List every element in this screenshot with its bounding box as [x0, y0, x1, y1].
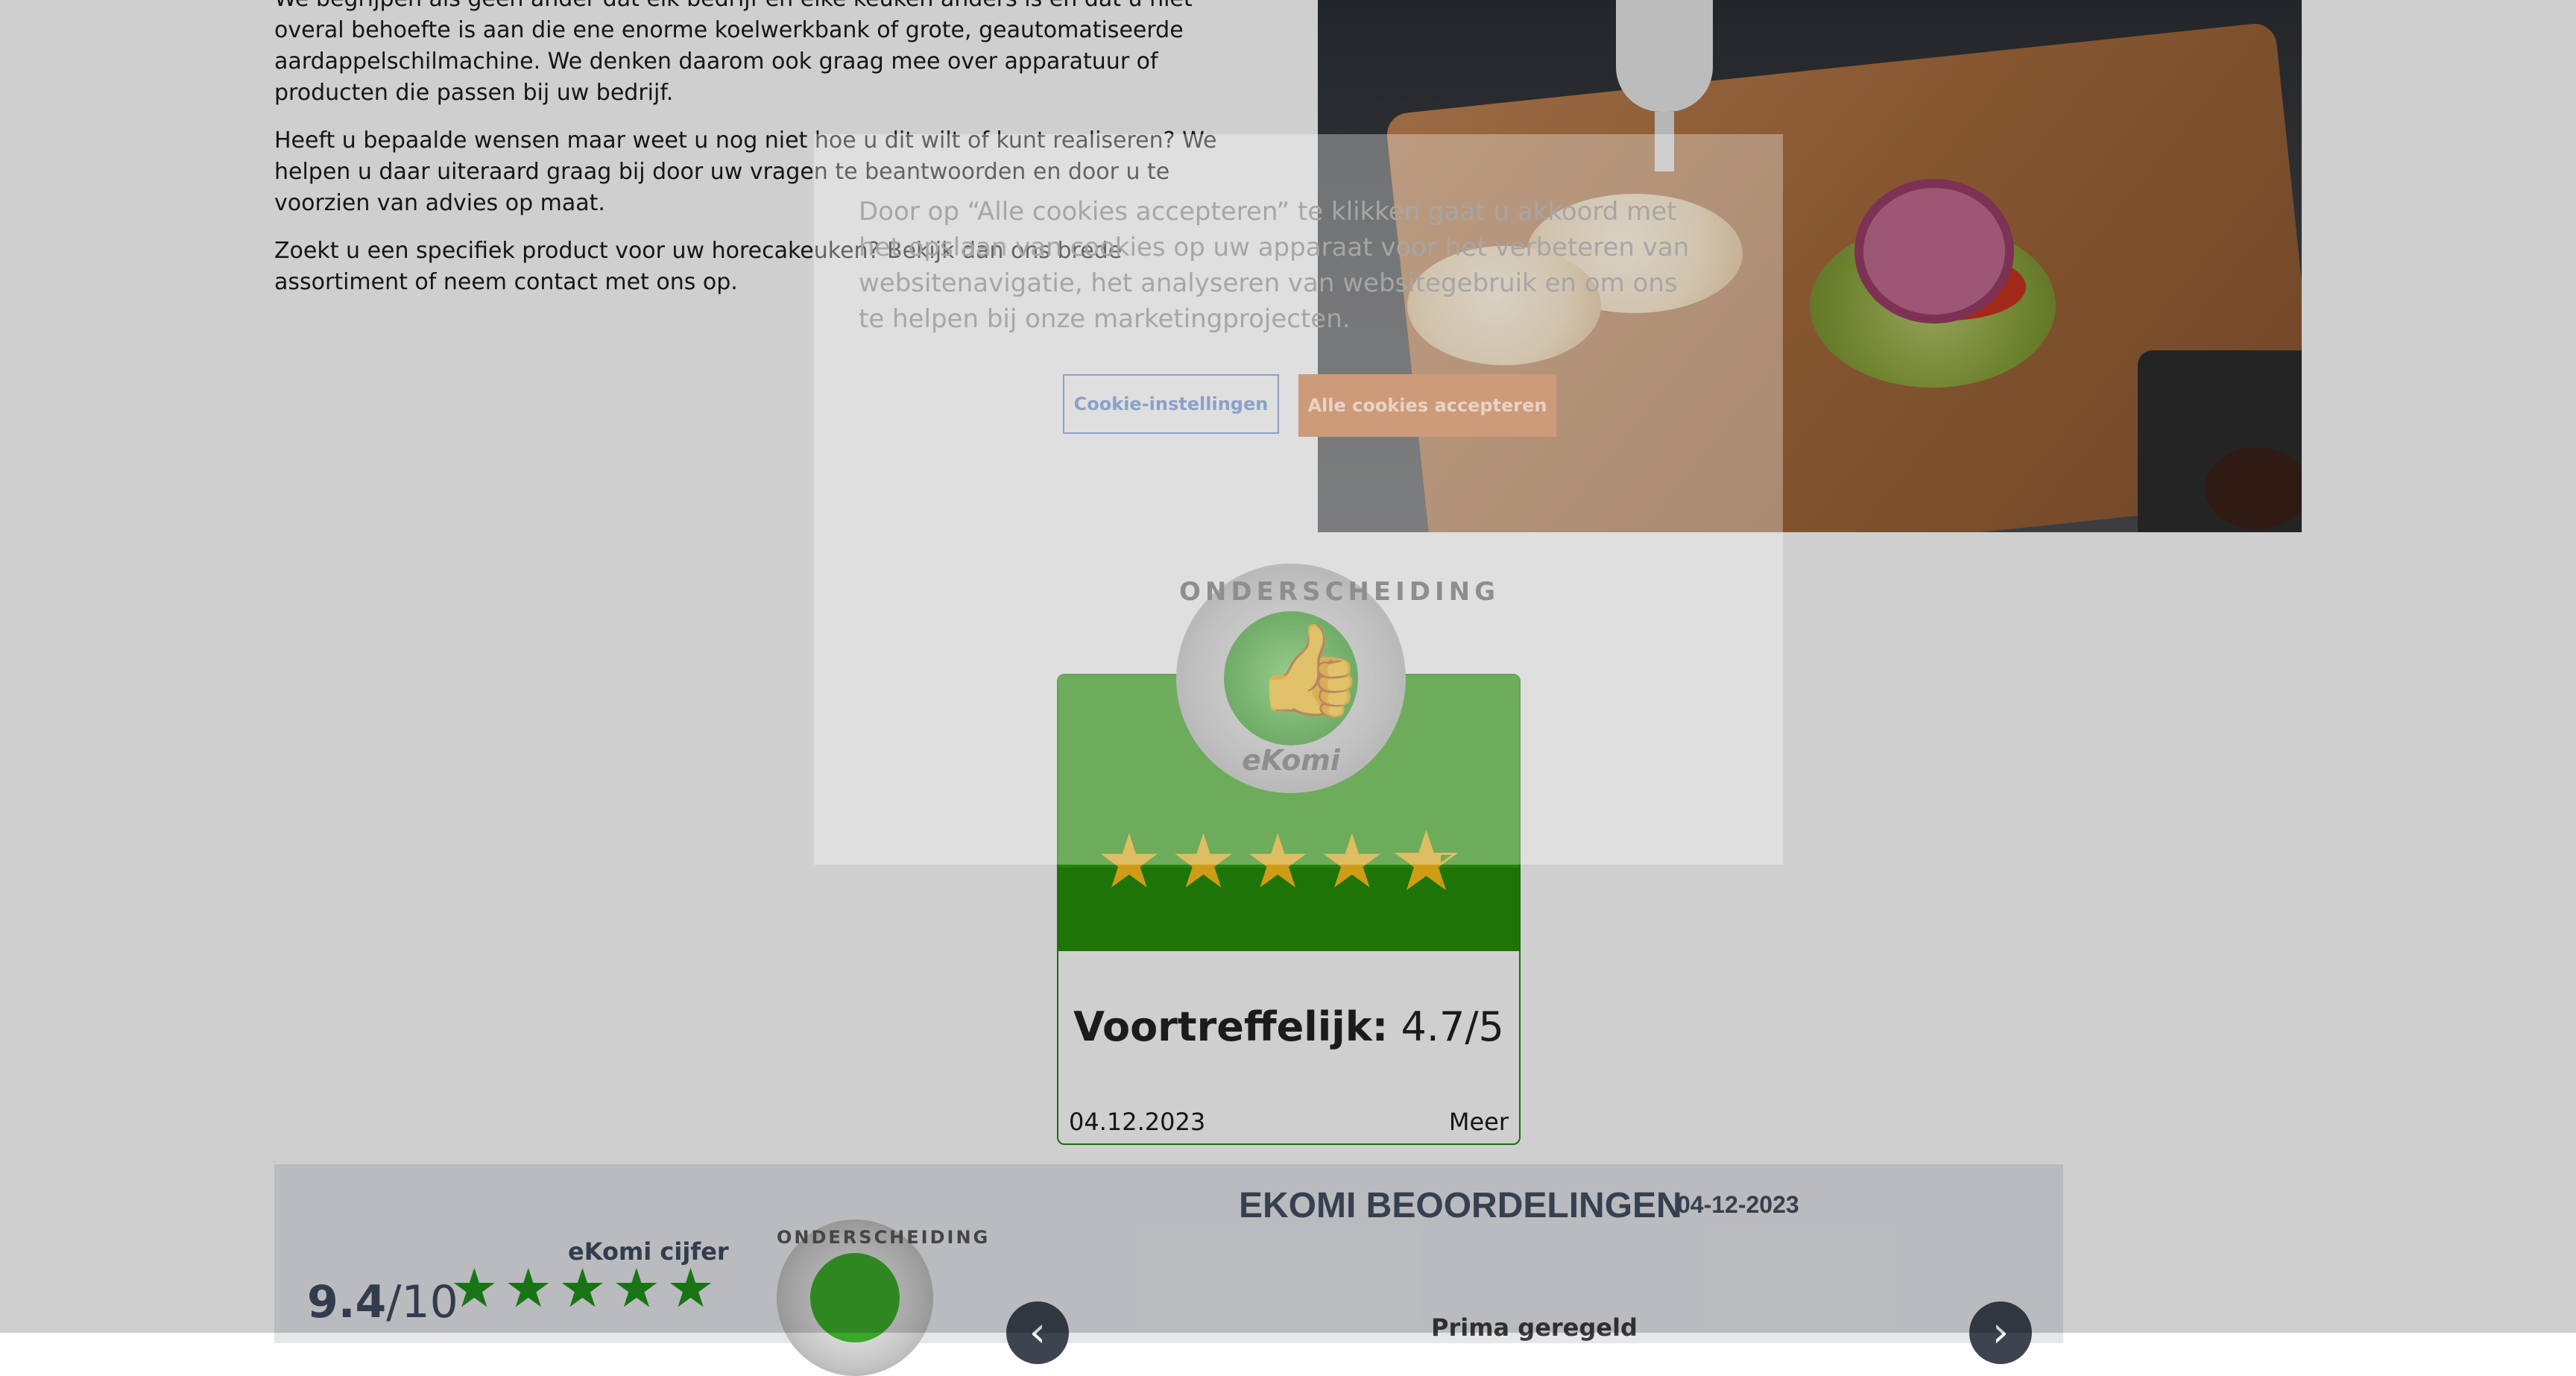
cookie-message: Door op “Alle cookies accepteren” te kli… [859, 197, 1690, 334]
accept-all-cookies-button[interactable]: Alle cookies accepteren [1298, 374, 1556, 437]
cookie-consent-banner: Door op “Alle cookies accepteren” te kli… [814, 134, 1783, 865]
cookie-settings-button[interactable]: Cookie-instellingen [1063, 374, 1279, 434]
